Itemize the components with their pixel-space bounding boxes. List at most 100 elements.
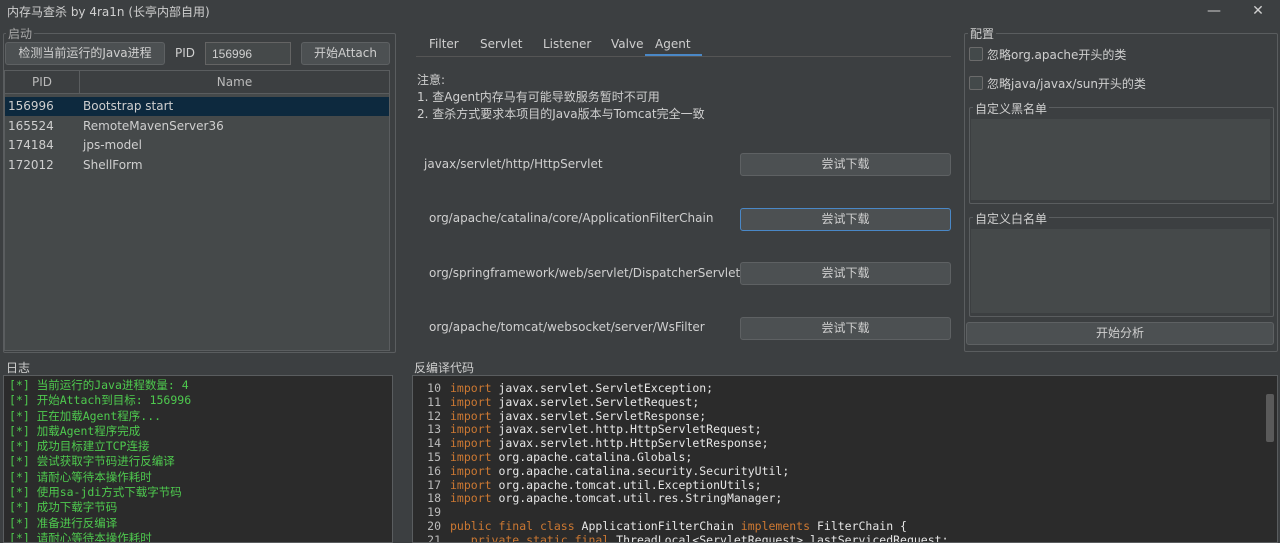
code-line: 15 import org.apache.catalina.Globals;	[413, 449, 1277, 465]
note-line-2: 2. 查杀方式要求本项目的Java版本与Tomcat完全一致	[417, 107, 705, 121]
code-keyword: implements	[740, 518, 811, 533]
line-number: 13	[427, 422, 441, 437]
tab-agent[interactable]: Agent	[645, 34, 702, 57]
code-scrollbar-thumb[interactable]	[1266, 394, 1274, 442]
blacklist-label: 自定义黑名单	[973, 100, 1050, 117]
pid-cell: 156996	[8, 99, 54, 113]
start-attach-button[interactable]: 开始Attach	[301, 42, 390, 65]
line-number: 10	[427, 381, 441, 395]
code-keyword: public final class	[450, 518, 575, 533]
code-keyword: import	[450, 408, 492, 423]
table-row[interactable]: 172012 ShellForm	[5, 156, 389, 175]
code-line: 18 import org.apache.tomcat.util.res.Stri…	[413, 491, 1277, 506]
log-line: [*] 请耐心等待本操作耗时	[9, 530, 152, 543]
target-class-label: org/springframework/web/servlet/Dispatch…	[429, 266, 741, 280]
line-number: 14	[427, 436, 441, 451]
code-keyword: import	[450, 477, 492, 492]
log-line: [*] 准备进行反编译	[9, 515, 118, 530]
code-line: 11 import javax.servlet.ServletRequest;	[413, 394, 1277, 410]
tab-servlet[interactable]: Servlet	[480, 34, 522, 54]
code-line: 13 import javax.servlet.http.HttpServletR…	[413, 422, 1277, 437]
log-line: [*] 成功下载字节码	[9, 500, 118, 515]
notes-title: 注意:	[417, 73, 446, 87]
code-text: org.apache.tomcat.util.ExceptionUtils;	[491, 477, 762, 492]
tab-valve[interactable]: Valve	[611, 34, 643, 54]
try-download-button[interactable]: 尝试下载	[740, 262, 951, 285]
code-text: javax.servlet.ServletRequest;	[491, 394, 700, 409]
tab-filter[interactable]: Filter	[429, 34, 459, 54]
column-header-pid[interactable]: PID	[5, 71, 80, 94]
log-line: [*] 尝试获取字节码进行反编译	[9, 454, 175, 469]
code-keyword: import	[450, 463, 492, 478]
ignore-apache-label[interactable]: 忽略org.apache开头的类	[987, 46, 1126, 63]
target-class-label: org/apache/catalina/core/ApplicationFilt…	[429, 211, 714, 225]
ignore-java-label[interactable]: 忽略java/javax/sun开头的类	[987, 75, 1146, 92]
try-download-button[interactable]: 尝试下载	[740, 317, 951, 340]
code-scrollbar[interactable]	[1263, 376, 1277, 542]
start-analysis-button[interactable]: 开始分析	[966, 322, 1274, 345]
code-keyword: import	[450, 449, 492, 464]
code-line: 16 import org.apache.catalina.security.Se…	[413, 463, 1277, 479]
log-line: [*] 加载Agent程序完成	[9, 423, 141, 438]
line-number: 11	[427, 394, 441, 409]
decompile-label: 反编译代码	[414, 361, 475, 375]
detect-java-processes-button[interactable]: 检测当前运行的Java进程	[5, 42, 165, 65]
pid-cell: 165524	[8, 119, 54, 133]
name-cell: RemoteMavenServer36	[83, 119, 224, 133]
table-row[interactable]: 174184 jps-model	[5, 136, 389, 155]
decompiled-code-area[interactable]: 10 import javax.servlet.ServletException;…	[412, 375, 1278, 543]
whitelist-textarea[interactable]	[971, 229, 1270, 313]
line-number: 12	[427, 408, 441, 423]
title-bar: 内存马查杀 by 4ra1n (长亭内部自用) — ✕	[0, 0, 1280, 22]
log-line: [*] 成功目标建立TCP连接	[9, 439, 150, 454]
code-text: FilterChain {	[810, 518, 907, 533]
code-text: javax.servlet.ServletException;	[491, 381, 714, 395]
pid-cell: 172012	[8, 158, 54, 172]
code-text: javax.servlet.http.HttpServletResponse;	[491, 436, 769, 451]
code-text: org.apache.catalina.security.SecurityUti…	[491, 463, 790, 478]
config-group-label: 配置	[968, 25, 997, 42]
blacklist-textarea[interactable]	[971, 119, 1270, 200]
tab-listener[interactable]: Listener	[543, 34, 591, 54]
code-keyword: import	[450, 491, 492, 506]
log-line: [*] 开始Attach到目标: 156996	[9, 393, 192, 408]
code-keyword: private static final	[450, 532, 610, 543]
process-table: PID Name 156996 Bootstrap start 165524 R…	[4, 70, 390, 351]
code-line: 21 private static final ThreadLocal<Serv…	[413, 532, 1277, 543]
line-number: 16	[427, 463, 441, 478]
line-number: 15	[427, 449, 441, 464]
try-download-button[interactable]: 尝试下载	[740, 153, 951, 176]
code-text: javax.servlet.http.HttpServletRequest;	[491, 422, 762, 437]
code-text: org.apache.catalina.Globals;	[491, 449, 693, 464]
target-class-label: javax/servlet/http/HttpServlet	[424, 157, 603, 171]
try-download-button[interactable]: 尝试下载	[740, 208, 951, 231]
ignore-java-checkbox[interactable]	[969, 76, 983, 90]
line-number: 20	[427, 518, 441, 533]
log-line: [*] 使用sa-jdi方式下载字节码	[9, 485, 182, 500]
name-cell: Bootstrap start	[83, 99, 174, 113]
code-keyword: import	[450, 436, 492, 451]
window-title: 内存马查杀 by 4ra1n (长亭内部自用)	[7, 5, 210, 19]
minimize-icon[interactable]: —	[1196, 0, 1232, 22]
ignore-apache-checkbox[interactable]	[969, 47, 983, 61]
close-icon[interactable]: ✕	[1240, 0, 1276, 22]
whitelist-label: 自定义白名单	[973, 210, 1050, 227]
table-row[interactable]: 165524 RemoteMavenServer36	[5, 117, 389, 136]
pid-cell: 174184	[8, 138, 54, 152]
line-number: 21	[427, 532, 441, 543]
column-header-name[interactable]: Name	[80, 71, 389, 94]
code-line: 20 public final class ApplicationFilterCh…	[413, 518, 1277, 534]
log-output[interactable]: [*] 当前运行的Java进程数量: 4 [*] 开始Attach到目标: 15…	[3, 375, 393, 543]
code-line: 14 import javax.servlet.http.HttpServletR…	[413, 436, 1277, 451]
code-line: 19	[413, 505, 1277, 520]
code-line: 12 import javax.servlet.ServletResponse;	[413, 408, 1277, 424]
code-keyword: import	[450, 422, 492, 437]
code-line: 17 import org.apache.tomcat.util.Exceptio…	[413, 477, 1277, 493]
log-line: [*] 正在加载Agent程序...	[9, 408, 162, 423]
startup-group-label: 启动	[6, 25, 35, 42]
table-row[interactable]: 156996 Bootstrap start	[5, 97, 389, 116]
line-number: 17	[427, 477, 441, 492]
tab-divider	[416, 56, 951, 57]
pid-input[interactable]	[205, 42, 291, 65]
code-text: org.apache.tomcat.util.res.StringManager…	[491, 491, 783, 506]
